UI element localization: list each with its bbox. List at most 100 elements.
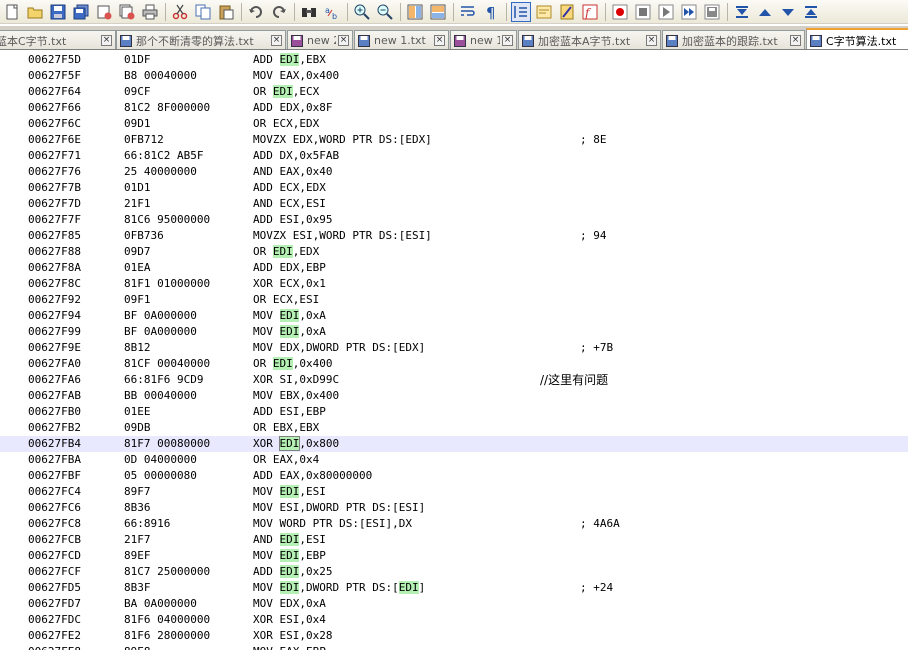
instruction-text: MOV EBX,0x400 [253, 389, 340, 402]
expand-button[interactable] [801, 2, 821, 22]
paste-button[interactable] [216, 2, 236, 22]
code-line[interactable]: 300627FBF05 00000080ADD EAX,0x80000000 [0, 468, 908, 484]
tab-2[interactable]: new 2× [287, 30, 353, 49]
tab-3[interactable]: new 1.txt × [354, 30, 449, 49]
sync-horizontal-button[interactable] [428, 2, 448, 22]
instruction: MOV EDX,0xA [253, 596, 326, 612]
print-button[interactable] [140, 2, 160, 22]
code-line[interactable]: 700627F7F81C6 95000000ADD ESI,0x95 [0, 212, 908, 228]
code-line[interactable]: 800627F5FB8 00040000MOV EAX,0x400 [0, 68, 908, 84]
find-button[interactable] [299, 2, 319, 22]
save-macro-button[interactable] [702, 2, 722, 22]
record-macro-button[interactable] [610, 2, 630, 22]
code-line[interactable]: 400627F99BF 0A000000MOV EDI,0xA [0, 324, 908, 340]
instruction: OR ECX,EDX [253, 116, 319, 132]
code-line[interactable]: 000627FD58B3FMOV EDI,DWORD PTR DS:[EDI];… [0, 580, 908, 596]
tab-6[interactable]: 加密蓝本的跟踪.txt × [662, 30, 805, 49]
code-line[interactable]: 200627F6E0FB712MOVZX EDX,WORD PTR DS:[ED… [0, 132, 908, 148]
code-line[interactable]: 300627F94BF 0A000000MOV EDI,0xA [0, 308, 908, 324]
tab-1[interactable]: 那个不断清零的算法.txt × [116, 30, 286, 49]
code-line[interactable]: 500627FC68B36MOV ESI,DWORD PTR DS:[ESI] [0, 500, 908, 516]
code-line[interactable]: 200627FBA0D 04000000OR EAX,0x4 [0, 452, 908, 468]
code-line[interactable]: 500627F7B01D1ADD ECX,EDX [0, 180, 908, 196]
copy-button[interactable] [193, 2, 213, 22]
save-all-button[interactable] [71, 2, 91, 22]
code-line[interactable]: 900627FCF81C7 25000000ADD EDI,0x25 [0, 564, 908, 580]
address: 00627F7B [28, 181, 81, 194]
cut-button[interactable] [170, 2, 190, 22]
editor-area[interactable]: 700627F5D01DFADD EDI,EBX800627F5FB8 0004… [0, 50, 908, 650]
open-file-button[interactable] [25, 2, 45, 22]
code-line[interactable]: 700627F5D01DFADD EDI,EBX [0, 52, 908, 68]
address: 00627F64 [28, 85, 81, 98]
code-line[interactable]: 600627FC866:8916MOV WORD PTR DS:[ESI],DX… [0, 516, 908, 532]
instruction: ADD EDX,0x8F [253, 100, 332, 116]
tab-close-icon[interactable]: × [434, 35, 445, 46]
code-line[interactable]: 700627FCB21F7AND EDI,ESI [0, 532, 908, 548]
tab-close-icon[interactable]: × [338, 35, 349, 46]
instruction-text: ,ECX [292, 85, 320, 98]
code-line[interactable]: 800627FABBB 00040000MOV EBX,0x400 [0, 388, 908, 404]
code-line[interactable]: 600627FA081CF 00040000OR EDI,0x400 [0, 356, 908, 372]
word-wrap-button[interactable] [458, 2, 478, 22]
close-icon [97, 5, 112, 19]
move-up-button[interactable] [755, 2, 775, 22]
address: 00627F7D [28, 197, 81, 210]
code-line[interactable]: 900627F8809D7OR EDI,EDX [0, 244, 908, 260]
code-line[interactable]: 000627F8A01EAADD EDX,EBP [0, 260, 908, 276]
stop-macro-button[interactable] [633, 2, 653, 22]
code-line[interactable]: 000627F6681C2 8F000000ADD EDX,0x8F [0, 100, 908, 116]
code-line[interactable]: 100627F8C81F1 01000000XOR ECX,0x1 [0, 276, 908, 292]
zoom-out-button[interactable] [375, 2, 395, 22]
code-line[interactable]: 800627F850FB736MOVZX ESI,WORD PTR DS:[ES… [0, 228, 908, 244]
move-down-button[interactable] [778, 2, 798, 22]
tab-5[interactable]: 加密蓝本A字节.txt × [518, 30, 661, 49]
tab-close-icon[interactable]: × [502, 35, 513, 46]
tab-close-icon[interactable]: × [646, 35, 657, 46]
new-file-button[interactable] [2, 2, 22, 22]
save-button[interactable] [48, 2, 68, 22]
code-line[interactable]: 900627FB001EEADD ESI,EBP [0, 404, 908, 420]
show-all-chars-button[interactable]: ¶ [481, 2, 501, 22]
redo-button[interactable] [269, 2, 289, 22]
code-line[interactable]: 200627FDC81F6 04000000XOR ESI,0x4 [0, 612, 908, 628]
tab-7[interactable]: C字节算法.txt [806, 28, 908, 49]
code-line[interactable]: 300627FE281F6 28000000XOR ESI,0x28 [0, 628, 908, 644]
address: 00627FC6 [28, 501, 81, 514]
collapse-button[interactable] [732, 2, 752, 22]
close-all-button[interactable] [117, 2, 137, 22]
close-button[interactable] [94, 2, 114, 22]
code-line[interactable]: 500627F9E8B12MOV EDX,DWORD PTR DS:[EDX];… [0, 340, 908, 356]
tab-close-icon[interactable]: × [101, 35, 112, 46]
function-list-button[interactable]: f [580, 2, 600, 22]
play-macro-button[interactable] [656, 2, 676, 22]
instruction-text: ,0x25 [299, 565, 333, 578]
opcode-bytes: 05 00000080 [124, 469, 197, 482]
code-line[interactable]: 900627F6409CFOR EDI,ECX [0, 84, 908, 100]
code-line[interactable]: 800627FCD89EFMOV EDI,EBP [0, 548, 908, 564]
code-line[interactable]: 100627FB481F7 00080000XOR EDI,0x800 [0, 436, 908, 452]
doc-map-button[interactable] [557, 2, 577, 22]
user-language-button[interactable] [534, 2, 554, 22]
record-macro-icon [612, 4, 628, 19]
code-line[interactable]: 000627FB209DBOR EBX,EBX [0, 420, 908, 436]
replace-button[interactable]: ab [322, 2, 342, 22]
code-line[interactable]: 100627F6C09D1OR ECX,EDX [0, 116, 908, 132]
sync-vertical-button[interactable] [405, 2, 425, 22]
code-line[interactable]: 400627F7625 40000000AND EAX,0x40 [0, 164, 908, 180]
undo-button[interactable] [246, 2, 266, 22]
code-line[interactable]: 100627FD7BA 0A000000MOV EDX,0xA [0, 596, 908, 612]
indent-guide-button[interactable] [511, 1, 531, 22]
tab-close-icon[interactable]: × [790, 35, 801, 46]
zoom-in-button[interactable] [352, 2, 372, 22]
tab-close-icon[interactable]: × [271, 35, 282, 46]
tab-0[interactable]: 加密蓝本C字节.txt × [0, 30, 116, 49]
code-line[interactable]: 300627F7166:81C2 AB5FADD DX,0x5FAB [0, 148, 908, 164]
code-line[interactable]: 200627F9209F1OR ECX,ESI [0, 292, 908, 308]
run-macro-multiple-button[interactable] [679, 2, 699, 22]
code-line[interactable]: 400627FC489F7MOV EDI,ESI [0, 484, 908, 500]
code-line[interactable]: 600627F7D21F1AND ECX,ESI [0, 196, 908, 212]
code-line[interactable]: 700627FA666:81F6 9CD9XOR SI,0xD99C//这里有问… [0, 372, 908, 388]
code-line[interactable]: 400627FE889E8MOV EAX,EBP [0, 644, 908, 650]
tab-4[interactable]: new 1 × [450, 30, 517, 49]
